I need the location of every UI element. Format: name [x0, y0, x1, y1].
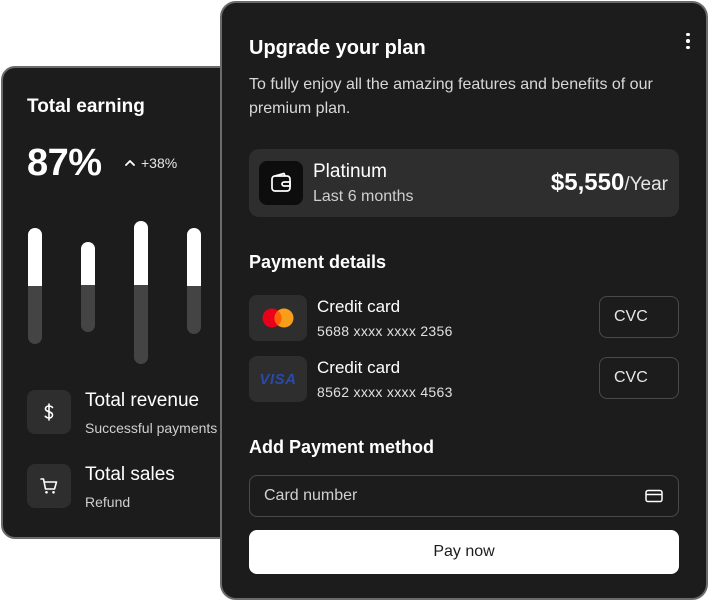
earning-change: +38% [123, 155, 177, 171]
card-number-input[interactable]: Card number [249, 475, 679, 517]
cvc-input[interactable]: CVC [599, 357, 679, 399]
cvc-input[interactable]: CVC [599, 296, 679, 338]
cart-icon [27, 464, 71, 508]
total-sales-sub: Refund [85, 494, 131, 510]
upgrade-description: To fully enjoy all the amazing features … [249, 76, 653, 117]
mastercard-icon [249, 295, 307, 341]
plan-summary[interactable]: Platinum Last 6 months $5,550/Year [249, 149, 679, 217]
payment-method-visa[interactable]: VISA Credit card 8562 xxxx xxxx 4563 CVC [249, 356, 679, 404]
plan-price: $5,550/Year [551, 169, 668, 197]
earning-title: Total earning [27, 96, 145, 117]
earning-bar [28, 228, 42, 344]
visa-logo: VISA [259, 370, 297, 388]
payment-method-name: Credit card [317, 297, 401, 316]
earning-percent: 87% [27, 142, 102, 184]
wallet-icon [259, 161, 303, 205]
card-number-placeholder: Card number [264, 487, 358, 504]
plan-period: Last 6 months [313, 188, 414, 205]
earning-bar [187, 228, 201, 334]
total-revenue-label: Total revenue [85, 390, 200, 411]
total-sales-label: Total sales [85, 464, 175, 485]
plan-name: Platinum [313, 161, 387, 182]
payment-method-mastercard[interactable]: Credit card 5688 xxxx xxxx 2356 CVC [249, 295, 679, 343]
total-revenue-sub: Successful payments [85, 420, 218, 436]
upgrade-title: Upgrade your plan [249, 37, 426, 59]
pay-now-button[interactable]: Pay now [249, 530, 679, 574]
upgrade-plan-card: Upgrade your plan To fully enjoy all the… [220, 1, 708, 600]
total-revenue-row: Total revenue Successful payments [27, 390, 217, 436]
credit-card-icon [645, 489, 663, 503]
plan-amount: $5,550 [550, 169, 625, 196]
earning-change-value: +38% [141, 155, 178, 171]
payment-method-name: Credit card [317, 358, 401, 377]
payment-method-number: 5688 xxxx xxxx 2356 [317, 323, 453, 339]
plan-unit: /Year [624, 174, 668, 195]
total-sales-row: Total sales Refund [27, 464, 175, 510]
earning-bar [134, 221, 148, 364]
dollar-icon [27, 390, 71, 434]
add-payment-method-title: Add Payment method [249, 437, 435, 457]
visa-icon: VISA [249, 356, 307, 402]
payment-method-number: 8562 xxxx xxxx 4563 [317, 384, 453, 400]
earning-bar [81, 242, 95, 332]
payment-details-title: Payment details [249, 252, 387, 272]
chevron-up-icon [125, 160, 135, 166]
total-earning-card: Total earning 87% +38% Total revenue Suc… [1, 66, 241, 539]
more-vertical-icon[interactable] [678, 31, 698, 51]
